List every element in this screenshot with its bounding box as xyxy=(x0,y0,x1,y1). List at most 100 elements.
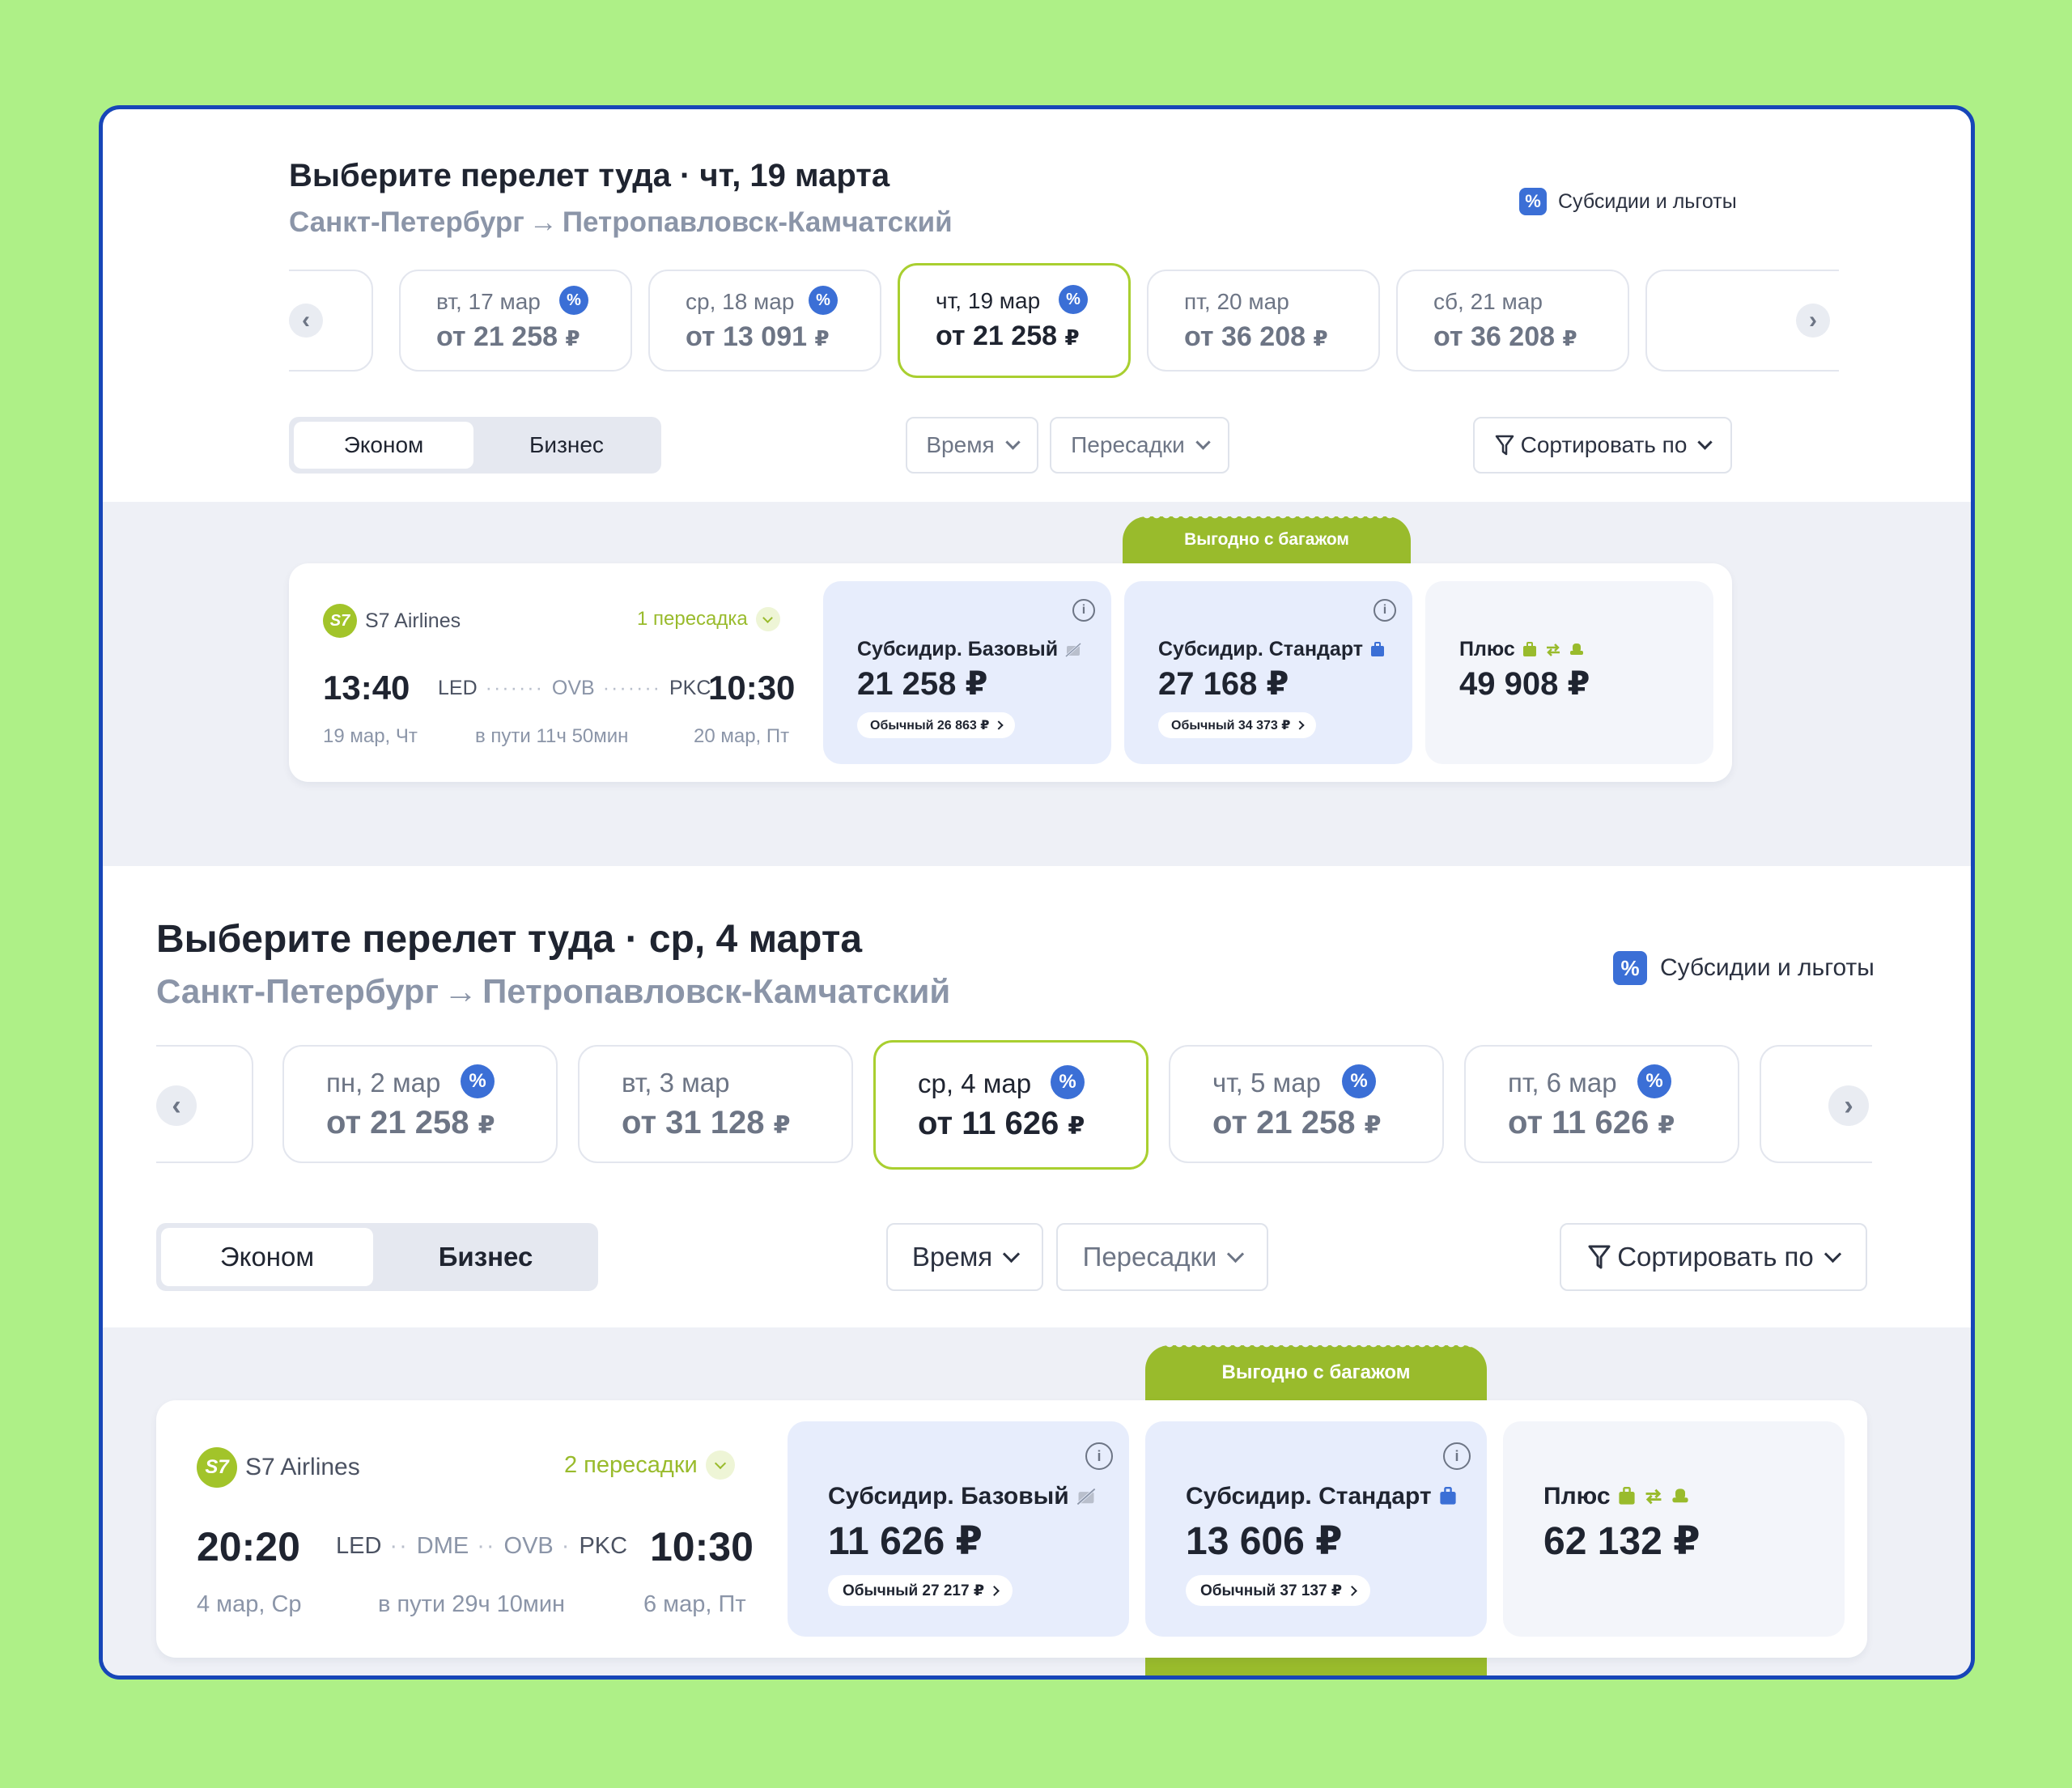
ribbon-badge: Выгодно с багажом xyxy=(1123,515,1411,563)
class-business-tab[interactable]: Бизнес xyxy=(477,422,656,469)
sort-label: Сортировать по xyxy=(1617,1242,1814,1272)
class-business-tab[interactable]: Бизнес xyxy=(380,1228,592,1286)
date-card[interactable]: пт, 20 мар от 36 208 ₽ xyxy=(1147,270,1380,372)
transfers-filter-label: Пересадки xyxy=(1082,1242,1217,1272)
arrow-right-icon: → xyxy=(444,972,478,1010)
airline: S7 S7 Airlines xyxy=(323,604,461,638)
date-card[interactable]: вт, 3 мар от 31 128 ₽ xyxy=(578,1045,853,1163)
fare-price: 13 606 ₽ xyxy=(1186,1520,1343,1563)
chevron-down-icon xyxy=(1227,1245,1245,1263)
time-filter-label: Время xyxy=(911,1242,993,1272)
fare-name: Субсидир. Стандарт xyxy=(1186,1483,1458,1510)
results-area: Выгодно с багажом S7 S7 Airlines 1 перес… xyxy=(103,502,1971,866)
date-price: от 11 626 ₽ xyxy=(1508,1105,1675,1140)
results-area: Выгодно с багажом S7 S7 Airlines 2 перес… xyxy=(103,1327,1971,1675)
airport-code: LED xyxy=(336,1533,382,1559)
fare-option[interactable]: Плюс 62 132 ₽ xyxy=(1503,1421,1845,1637)
date-card[interactable]: пн, 2 мар % от 21 258 ₽ xyxy=(282,1045,558,1163)
date-card[interactable]: ср, 18 мар % от 13 091 ₽ xyxy=(648,270,881,372)
fare-option[interactable]: Плюс 49 908 ₽ xyxy=(1425,581,1713,764)
exchange-icon xyxy=(1546,643,1560,656)
fare-name: Плюс xyxy=(1459,638,1585,661)
time-filter-button[interactable]: Время xyxy=(906,417,1038,474)
chevron-right-icon[interactable]: › xyxy=(1828,1085,1869,1126)
fare-option[interactable]: i Субсидир. Стандарт 27 168 ₽ Обычный 34… xyxy=(1124,581,1412,764)
class-toggle: Эконом Бизнес xyxy=(156,1223,598,1291)
route-subtitle: Санкт-Петербург → Петропавловск-Камчатский xyxy=(156,972,950,1011)
regular-price-link[interactable]: Обычный 34 373 ₽ xyxy=(1158,712,1317,738)
percent-icon: % xyxy=(1613,951,1647,985)
chevron-left-icon[interactable]: ‹ xyxy=(289,304,323,338)
fare-price: 21 258 ₽ xyxy=(857,666,988,702)
page-title: Выберите перелет туда · чт, 19 марта xyxy=(289,158,890,193)
class-economy-tab[interactable]: Эконом xyxy=(161,1228,373,1286)
date-card[interactable]: пт, 6 мар % от 11 626 ₽ xyxy=(1464,1045,1739,1163)
date-label: чт, 5 мар xyxy=(1212,1068,1321,1098)
airport-code: PKC xyxy=(579,1533,628,1559)
info-icon[interactable]: i xyxy=(1072,599,1095,622)
chevron-down-icon xyxy=(755,607,780,631)
fare-price: 49 908 ₽ xyxy=(1459,666,1590,702)
s7-logo-icon: S7 xyxy=(197,1447,237,1488)
sort-button[interactable]: Сортировать по xyxy=(1560,1223,1867,1291)
class-economy-tab[interactable]: Эконом xyxy=(294,422,473,469)
stops-toggle[interactable]: 2 пересадки xyxy=(564,1450,735,1480)
s7-logo-icon: S7 xyxy=(323,604,357,638)
route-dots: ·· xyxy=(477,1533,496,1559)
arrival-time: 10:30 xyxy=(650,1524,754,1569)
info-icon[interactable]: i xyxy=(1443,1442,1471,1470)
percent-icon: % xyxy=(1051,1065,1085,1099)
date-card-selected[interactable]: ср, 4 мар % от 11 626 ₽ xyxy=(873,1040,1149,1170)
date-card[interactable]: вт, 17 мар % от 21 258 ₽ xyxy=(399,270,632,372)
regular-price-link[interactable]: Обычный 37 137 ₽ xyxy=(1186,1575,1371,1606)
arrival-date: 6 мар, Пт xyxy=(643,1591,746,1617)
date-card[interactable]: чт, 5 мар % от 21 258 ₽ xyxy=(1169,1045,1444,1163)
regular-price-link[interactable]: Обычный 27 217 ₽ xyxy=(828,1575,1013,1606)
flight-card[interactable]: S7 S7 Airlines 2 пересадки 20:20 LED ·· … xyxy=(156,1400,1867,1658)
transfers-filter-label: Пересадки xyxy=(1071,432,1185,457)
route-to: Петропавловск-Камчатский xyxy=(482,972,951,1010)
date-card[interactable]: сб, 21 мар от 36 208 ₽ xyxy=(1396,270,1629,372)
regular-price-link[interactable]: Обычный 26 863 ₽ xyxy=(857,712,1016,738)
sort-label: Сортировать по xyxy=(1520,432,1688,457)
chevron-down-icon xyxy=(1004,434,1021,450)
fare-name: Плюс xyxy=(1543,1483,1690,1510)
subsidies-link[interactable]: % Субсидии и льготы xyxy=(1613,951,1875,985)
sort-button[interactable]: Сортировать по xyxy=(1473,417,1732,474)
route-subtitle: Санкт-Петербург → Петропавловск-Камчатский xyxy=(289,206,953,239)
route-from: Санкт-Петербург xyxy=(156,972,439,1010)
date-label: вт, 3 мар xyxy=(622,1068,730,1098)
route-dots: ······· xyxy=(602,677,661,699)
fare-option[interactable]: i Субсидир. Стандарт 13 606 ₽ Обычный 37… xyxy=(1145,1421,1487,1637)
baggage-icon xyxy=(1618,1487,1635,1505)
date-price: от 11 626 ₽ xyxy=(918,1106,1085,1141)
info-icon[interactable]: i xyxy=(1085,1442,1113,1470)
chevron-left-icon[interactable]: ‹ xyxy=(156,1085,197,1126)
info-icon[interactable]: i xyxy=(1374,599,1396,622)
time-filter-button[interactable]: Время xyxy=(886,1223,1043,1291)
chevron-right-icon[interactable]: › xyxy=(1796,304,1830,338)
stops-toggle[interactable]: 1 пересадка xyxy=(637,607,780,631)
departure-date: 4 мар, Ср xyxy=(197,1591,302,1617)
date-label: ср, 4 мар xyxy=(918,1068,1032,1098)
stops-label: 2 пересадки xyxy=(564,1451,698,1478)
fare-option[interactable]: i Субсидир. Базовый 11 626 ₽ Обычный 27 … xyxy=(788,1421,1129,1637)
flight-card[interactable]: S7 S7 Airlines 1 пересадка 13:40 LED ···… xyxy=(289,563,1732,782)
date-card-selected[interactable]: чт, 19 мар % от 21 258 ₽ xyxy=(898,263,1131,378)
baggage-icon xyxy=(1440,1487,1456,1505)
date-carousel: ‹ вт, 17 мар % от 21 258 ₽ ср, 18 мар % … xyxy=(289,263,1839,384)
date-label: ср, 18 мар xyxy=(686,289,795,314)
chevron-down-icon xyxy=(1697,434,1713,450)
transfers-filter-button[interactable]: Пересадки xyxy=(1050,417,1229,474)
fare-option[interactable]: i Субсидир. Базовый 21 258 ₽ Обычный 26 … xyxy=(823,581,1111,764)
date-price: от 21 258 ₽ xyxy=(936,321,1080,351)
seat-icon xyxy=(1671,1489,1688,1503)
subsidies-link[interactable]: % Субсидии и льготы xyxy=(1519,188,1737,215)
transfers-filter-button[interactable]: Пересадки xyxy=(1056,1223,1268,1291)
airport-code: PKC xyxy=(669,677,711,699)
stops-label: 1 пересадка xyxy=(637,608,748,630)
flight-duration: в пути 29ч 10мин xyxy=(378,1591,566,1617)
date-price: от 21 258 ₽ xyxy=(436,321,580,352)
arrow-right-icon: → xyxy=(529,206,558,238)
route-airports: LED ·· DME ·· OVB · PKC xyxy=(336,1533,627,1560)
